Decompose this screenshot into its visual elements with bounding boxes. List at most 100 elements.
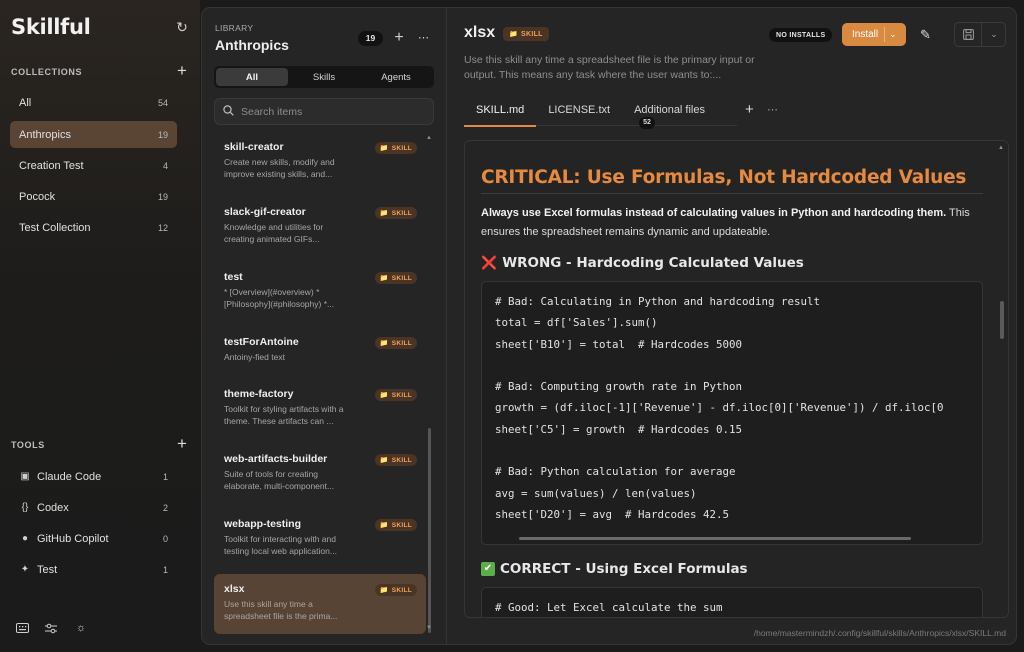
add-collection-button[interactable]: + [175, 62, 189, 79]
search-input[interactable] [241, 105, 421, 118]
collection-label: All [19, 96, 32, 109]
add-file-button[interactable]: + [745, 101, 754, 118]
skill-badge: 📁 SKILL [374, 337, 417, 349]
chevron-down-icon[interactable]: ⌄ [889, 29, 897, 40]
skill-badge: 📁 SKILL [374, 272, 417, 284]
badge-label: SKILL [391, 209, 412, 217]
skill-badge: 📁 SKILL [503, 27, 549, 41]
skill-badge: 📁 SKILL [374, 142, 417, 154]
collection-count: 4 [162, 160, 168, 171]
tool-count: 0 [162, 533, 168, 544]
correct-heading: ✔ CORRECT - Using Excel Formulas [481, 561, 748, 577]
scroll-up-arrow[interactable]: ▲ [426, 135, 432, 141]
add-item-button[interactable]: + [392, 29, 406, 46]
tool-item-codex[interactable]: {} Codex 2 [10, 494, 177, 521]
collection-count: 19 [157, 129, 168, 140]
collection-label: Creation Test [19, 159, 84, 172]
list-item[interactable]: test * [Overview](#overview) * [Philosop… [214, 262, 426, 322]
collection-label: Anthropics [19, 128, 71, 141]
badge-label: SKILL [521, 30, 543, 38]
tool-label: Claude Code [37, 470, 102, 483]
install-status-badge: NO INSTALLS [769, 28, 833, 42]
filter-segmented-control: All Skills Agents [214, 66, 434, 88]
collection-item-all[interactable]: All 54 [10, 89, 177, 116]
folder-icon: 📁 [379, 340, 389, 347]
sliders-icon[interactable] [43, 620, 59, 636]
tab-label: SKILL.md [476, 104, 525, 116]
skill-title: xlsx [464, 24, 496, 41]
list-item[interactable]: slack-gif-creator Knowledge and utilitie… [214, 197, 426, 257]
code-horizontal-scrollbar[interactable] [519, 537, 911, 540]
install-button[interactable]: Install ⌄ [842, 23, 906, 46]
file-path: /home/mastermindzh/.config/skillful/skil… [753, 628, 1006, 638]
wrench-icon: ✦ [20, 564, 30, 575]
markdown-preview: ▲ CRITICAL: Use Formulas, Not Hardcoded … [464, 140, 1009, 618]
collection-label: Test Collection [19, 221, 91, 234]
library-count-badge: 19 [358, 31, 383, 46]
badge-label: SKILL [391, 144, 412, 152]
collection-item-creation-test[interactable]: Creation Test 4 [10, 152, 177, 179]
tab-additional-files[interactable]: Additional files52 [622, 100, 737, 129]
collection-label: Pocock [19, 190, 56, 203]
list-item[interactable]: webapp-testing Toolkit for interacting w… [214, 509, 426, 569]
install-label: Install [852, 29, 879, 40]
collection-count: 54 [157, 97, 168, 108]
search-box [214, 98, 434, 125]
save-icon[interactable] [955, 23, 981, 46]
chevron-down-icon[interactable]: ⌄ [981, 23, 1006, 46]
keyboard-icon[interactable] [14, 620, 30, 636]
tool-label: GitHub Copilot [37, 532, 109, 545]
sun-icon[interactable]: ☼ [73, 620, 89, 636]
wrong-heading-text: WRONG - Hardcoding Calculated Values [502, 255, 804, 271]
list-item[interactable]: theme-factory Toolkit for styling artifa… [214, 379, 426, 439]
collections-label: COLLECTIONS [11, 67, 83, 77]
check-mark-icon: ✔ [481, 562, 495, 576]
collection-item-anthropics[interactable]: Anthropics 19 [10, 121, 177, 148]
collection-item-pocock[interactable]: Pocock 19 [10, 183, 177, 210]
main-panel: LIBRARY Anthropics 19 + ⋯ All Skills Age… [201, 7, 1017, 645]
collection-item-test-collection[interactable]: Test Collection 12 [10, 214, 177, 241]
section-heading: CRITICAL: Use Formulas, Not Hardcoded Va… [481, 167, 967, 188]
segment-agents[interactable]: Agents [360, 68, 432, 86]
scroll-up-arrow[interactable]: ▲ [998, 145, 1004, 151]
scroll-down-arrow[interactable]: ▼ [426, 625, 432, 631]
tool-item-claude-code[interactable]: ▣ Claude Code 1 [10, 463, 177, 490]
item-description: Toolkit for interacting with and testing… [224, 534, 337, 556]
more-options-icon[interactable]: ⋯ [416, 30, 432, 44]
list-scrollbar[interactable] [428, 428, 431, 633]
content-vertical-scrollbar[interactable] [1000, 301, 1004, 339]
list-item-selected[interactable]: xlsx Use this skill any time a spreadshe… [214, 574, 426, 634]
list-item[interactable]: testForAntoine Antoiny-fied text 📁 SKILL [214, 327, 426, 374]
edit-pencil-icon[interactable]: ✎ [920, 27, 931, 43]
more-options-icon[interactable]: ⋯ [767, 103, 779, 116]
braces-icon: {} [21, 502, 29, 513]
item-description: Antoiny-fied text [224, 352, 285, 362]
folder-icon: 📁 [379, 275, 389, 282]
add-tool-button[interactable]: + [175, 435, 189, 452]
code-text: # Good: Let Excel calculate the sum [495, 601, 723, 614]
badge-label: SKILL [391, 456, 412, 464]
file-tabs: SKILL.md LICENSE.txt Additional files52 [464, 100, 737, 129]
list-item[interactable]: skill-creator Create new skills, modify … [214, 132, 426, 192]
tab-label: Additional files [634, 104, 705, 116]
tool-count: 1 [162, 564, 168, 575]
segment-all[interactable]: All [216, 68, 288, 86]
skill-description: Use this skill any time a spreadsheet fi… [464, 54, 755, 81]
library-title: Anthropics [215, 37, 289, 53]
library-panel: LIBRARY Anthropics 19 + ⋯ All Skills Age… [202, 8, 447, 644]
robot-icon: ▣ [20, 471, 30, 482]
github-icon: ● [21, 533, 29, 544]
list-item[interactable]: web-artifacts-builder Suite of tools for… [214, 444, 426, 504]
tab-license-txt[interactable]: LICENSE.txt [536, 100, 622, 126]
tool-item-github-copilot[interactable]: ● GitHub Copilot 0 [10, 525, 177, 552]
collection-count: 19 [157, 191, 168, 202]
folder-icon: 📁 [379, 522, 389, 529]
item-description: Suite of tools for creating elaborate, m… [224, 469, 335, 491]
refresh-icon[interactable]: ↻ [174, 19, 190, 35]
segment-skills[interactable]: Skills [288, 68, 360, 86]
tab-count-badge: 52 [639, 117, 655, 129]
skill-badge: 📁 SKILL [374, 454, 417, 466]
badge-label: SKILL [391, 586, 412, 594]
tool-item-test[interactable]: ✦ Test 1 [10, 556, 177, 583]
tab-skill-md[interactable]: SKILL.md [464, 100, 537, 127]
